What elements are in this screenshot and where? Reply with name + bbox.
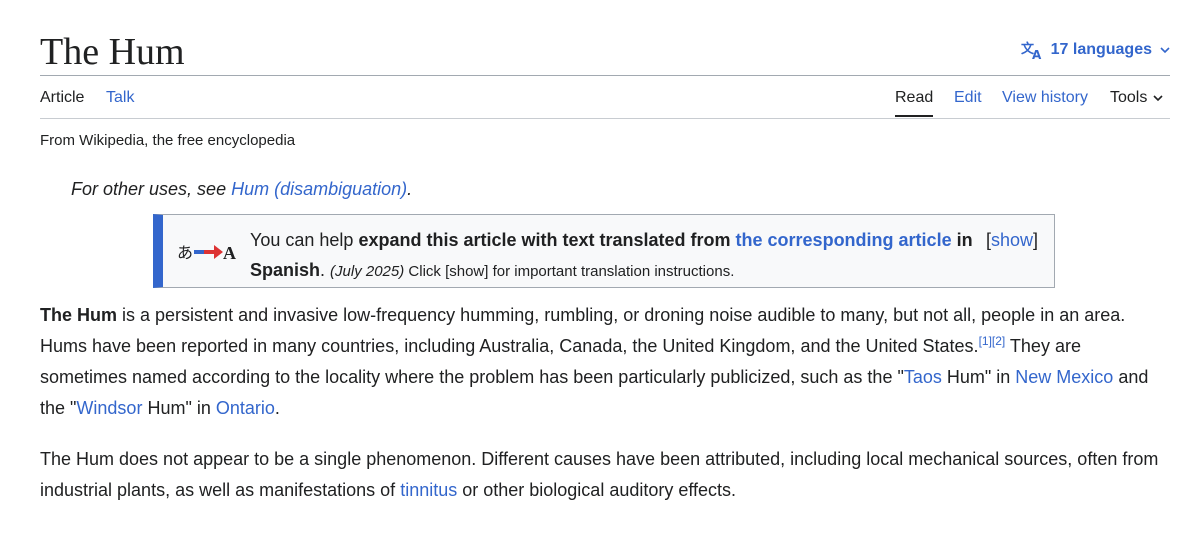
show-bracket-close: ]: [1032, 230, 1038, 250]
p1-text-3: Hum" in: [941, 367, 1016, 387]
languages-button[interactable]: 文 A 17 languages: [1021, 40, 1170, 60]
tab-article[interactable]: Article: [40, 88, 84, 117]
subject-bold: The Hum: [40, 305, 118, 325]
tools-label: Tools: [1110, 89, 1148, 106]
svg-text:A: A: [1032, 48, 1042, 60]
svg-text:あ: あ: [177, 243, 193, 262]
notice-instructions: Click [show] for important translation i…: [404, 263, 735, 280]
p1-text-1: is a persistent and invasive low-frequen…: [40, 305, 1126, 356]
ontario-link[interactable]: Ontario: [216, 398, 275, 418]
tab-edit[interactable]: Edit: [954, 88, 982, 117]
tab-talk[interactable]: Talk: [106, 88, 134, 117]
page-title: The Hum: [40, 31, 185, 73]
reference-1-link[interactable]: [1]: [979, 334, 992, 348]
page: The Hum 文 A 17 languages Article Talk Re…: [40, 0, 1170, 500]
show-link[interactable]: show: [991, 230, 1033, 250]
spanish-article-link[interactable]: the corresponding article: [736, 230, 952, 250]
chevron-down-icon: [1153, 88, 1163, 108]
hatnote-suffix: .: [407, 179, 413, 199]
reference-2-link[interactable]: [2]: [992, 334, 1005, 348]
p2-text-2: or other biological auditory effects.: [457, 480, 737, 500]
lead-paragraph: The Hum is a persistent and invasive low…: [40, 300, 1170, 424]
tab-view-history[interactable]: View history: [1002, 88, 1088, 117]
tools-menu[interactable]: Tools: [1110, 88, 1163, 117]
second-paragraph: The Hum does not appear to be a single p…: [40, 444, 1170, 506]
title-bar: The Hum 文 A 17 languages: [40, 0, 1170, 76]
tinnitus-link[interactable]: tinnitus: [400, 480, 457, 500]
disambiguation-link[interactable]: Hum (disambiguation): [231, 179, 407, 199]
p1-text-6: .: [274, 398, 280, 418]
hatnote: For other uses, see Hum (disambiguation)…: [71, 177, 412, 201]
translation-notice: あ A You can help expand this article wit…: [153, 214, 1055, 288]
notice-text-1: You can help: [250, 230, 359, 250]
translate-arrow-icon: あ A: [177, 241, 239, 263]
new-mexico-link[interactable]: New Mexico: [1015, 367, 1113, 387]
tab-read[interactable]: Read: [895, 88, 934, 117]
chevron-down-icon: [1160, 46, 1170, 54]
notice-text-2: .: [320, 260, 331, 280]
translate-icon: 文 A: [1021, 40, 1043, 60]
svg-text:A: A: [223, 243, 236, 263]
windsor-link[interactable]: Windsor: [76, 398, 142, 418]
taos-link[interactable]: Taos: [904, 367, 942, 387]
notice-date: (July 2025): [330, 263, 405, 280]
site-tagline: From Wikipedia, the free encyclopedia: [40, 132, 296, 149]
tabs-bar: Article Talk Read Edit View history Tool…: [40, 76, 1170, 119]
show-toggle: [show]: [986, 225, 1038, 255]
languages-label: 17 languages: [1050, 41, 1152, 58]
p1-text-5: Hum" in: [142, 398, 216, 418]
hatnote-prefix: For other uses, see: [71, 179, 232, 199]
notice-bold-1: expand this article with text translated…: [358, 230, 736, 250]
notice-text: You can help expand this article with te…: [250, 225, 980, 287]
